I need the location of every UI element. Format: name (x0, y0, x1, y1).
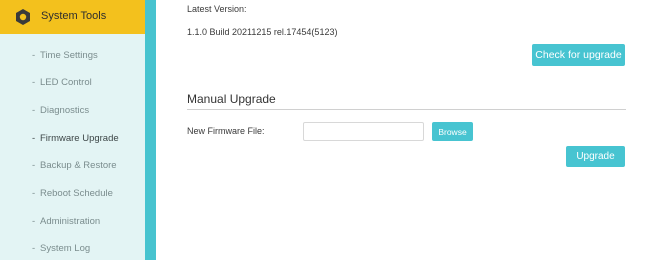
sidebar: System Tools - Time Settings - LED Control… (0, 0, 145, 260)
sidebar-accent-bar (145, 0, 156, 260)
sidebar-item-reboot-schedule[interactable]: - Reboot Schedule (32, 188, 113, 204)
sidebar-item-system-log[interactable]: - System Log (32, 243, 90, 259)
sidebar-header-label: System Tools (41, 10, 107, 22)
sidebar-item-label: Backup & Restore (40, 160, 117, 171)
sidebar-item-administration[interactable]: - Administration (32, 216, 100, 232)
app-window: System Tools - Time Settings - LED Control… (0, 0, 648, 260)
sidebar-item-label: Administration (40, 216, 101, 227)
sidebar-item-label: Time Settings (40, 50, 98, 61)
sidebar-item-backup-restore[interactable]: - Backup & Restore (32, 160, 117, 176)
sidebar-item-label: Firmware Upgrade (40, 133, 119, 144)
sidebar-item-label: Reboot Schedule (40, 188, 113, 199)
upgrade-button[interactable]: Upgrade (566, 146, 625, 167)
sidebar-item-label: System Log (40, 243, 91, 254)
section-divider (187, 109, 626, 110)
latest-version-label: Latest Version: (187, 4, 247, 14)
sidebar-item-time-settings[interactable]: - Time Settings (32, 50, 98, 66)
sidebar-item-label: Diagnostics (40, 105, 90, 116)
main-panel: Latest Version: 1.1.0 Build 20211215 rel… (156, 0, 648, 260)
sidebar-item-led-control[interactable]: - LED Control (32, 77, 92, 93)
sidebar-header-system-tools[interactable]: System Tools (0, 0, 145, 34)
sidebar-item-diagnostics[interactable]: - Diagnostics (32, 105, 89, 121)
new-firmware-file-label: New Firmware File: (187, 126, 265, 136)
browse-button[interactable]: Browse (432, 122, 473, 141)
check-for-upgrade-button[interactable]: Check for upgrade (532, 44, 625, 66)
firmware-file-input[interactable] (303, 122, 424, 141)
sidebar-item-firmware-upgrade[interactable]: - Firmware Upgrade (32, 133, 119, 149)
sidebar-item-label: LED Control (40, 77, 92, 88)
latest-version-value: 1.1.0 Build 20211215 rel.17454(5123) (187, 27, 338, 37)
gear-icon (16, 9, 30, 25)
manual-upgrade-title: Manual Upgrade (187, 92, 276, 106)
